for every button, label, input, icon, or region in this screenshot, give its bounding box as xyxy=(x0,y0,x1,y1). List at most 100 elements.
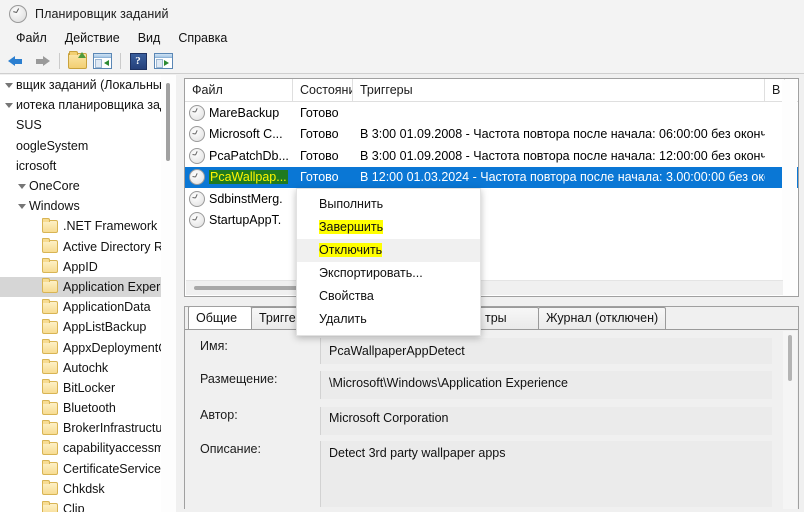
details-vertical-scrollbar[interactable] xyxy=(783,331,797,509)
right-pane: ФайлСостояниеТриггерыВ MareBackupГотовоM… xyxy=(184,78,799,509)
tab-общие[interactable]: Общие xyxy=(188,307,252,329)
tree-item-label: capabilityaccessmanager xyxy=(63,441,176,456)
task-row[interactable]: SdbinstMerg.ько триггеров xyxy=(185,188,798,210)
task-list-header: ФайлСостояниеТриггерыВ xyxy=(185,79,798,102)
context-menu-item-свойства[interactable]: Свойства xyxy=(297,285,480,308)
tree-item-ooglesystem[interactable]: oogleSystem xyxy=(0,136,176,156)
task-list[interactable]: ФайлСостояниеТриггерыВ MareBackupГотовоM… xyxy=(184,78,799,297)
task-list-horizontal-scrollbar[interactable] xyxy=(186,280,783,295)
task-row[interactable]: PcaPatchDb... Готово В 3:00 01.09.2008 - Ч… xyxy=(185,145,798,167)
back-button[interactable] xyxy=(4,50,28,72)
tree-item-onecore[interactable]: OneCore xyxy=(0,176,176,196)
task-row[interactable]: PcaWallpap... Готово В 12:00 01.03.2024 - … xyxy=(185,166,798,188)
detail-row-description: Описание: Detect 3rd party wallpaper app… xyxy=(186,441,798,507)
task-list-hscrollbar-thumb[interactable] xyxy=(194,286,304,290)
task-row[interactable]: MareBackup Готово xyxy=(185,102,798,124)
chevron-down-icon[interactable] xyxy=(2,82,16,88)
tree-item-application-experience[interactable]: Application Experience xyxy=(0,276,176,298)
task-row[interactable]: Microsoft C... Готово В 3:00 01.09.2008 - … xyxy=(185,124,798,146)
forward-button[interactable] xyxy=(29,50,53,72)
task-name-cell: PcaPatchDb... xyxy=(185,147,293,164)
folder-icon xyxy=(42,298,58,314)
tree-item-label: Chkdsk xyxy=(63,481,105,496)
question-mark-icon: ? xyxy=(129,52,147,70)
context-menu-item-удалить[interactable]: Удалить xyxy=(297,308,480,331)
column-header-файл[interactable]: Файл xyxy=(185,79,293,101)
column-header-состояние[interactable]: Состояние xyxy=(293,79,353,101)
detail-row-location: Размещение: \Microsoft\Windows\Applicati… xyxy=(186,371,798,399)
tree-item-bluetooth[interactable]: Bluetooth xyxy=(0,398,176,418)
tab-журнал-отключен[interactable]: Журнал (отключен) xyxy=(538,307,667,329)
tree-item-label: Active Directory Rights M xyxy=(63,239,176,254)
folder-icon xyxy=(42,278,58,294)
tree-item-applicationdata[interactable]: ApplicationData xyxy=(0,297,176,317)
task-name-label: StartupAppT. xyxy=(209,213,282,228)
help-button[interactable]: ? xyxy=(126,50,150,72)
tree-item-label: oogleSystem xyxy=(16,138,89,153)
tree-item-[interactable]: иотека планировщика задани xyxy=(0,95,176,115)
toolbar-separator-2 xyxy=(120,53,121,69)
context-menu-item-label: Отключить xyxy=(319,243,383,257)
console-tree-pane[interactable]: вщик заданий (Локальный) иотека планировщ… xyxy=(0,75,176,512)
tree-vertical-scrollbar[interactable] xyxy=(161,75,176,512)
context-menu-item-экспортировать[interactable]: Экспортировать... xyxy=(297,262,480,285)
tree-item-label: Clip xyxy=(63,502,85,512)
tree-item-brokerinfrastructure[interactable]: BrokerInfrastructure xyxy=(0,418,176,438)
menu-action[interactable]: Действие xyxy=(56,29,129,48)
chevron-down-icon[interactable] xyxy=(15,183,29,189)
task-name-label: Microsoft C... xyxy=(209,127,283,142)
detail-label-location: Размещение: xyxy=(200,372,278,386)
menu-view[interactable]: Вид xyxy=(129,29,170,48)
tree-item-appxdeploymentclient[interactable]: AppxDeploymentClient xyxy=(0,337,176,357)
tree-item-active-directory-rights-m[interactable]: Active Directory Rights M xyxy=(0,237,176,257)
task-name-label: PcaWallpap... xyxy=(209,170,288,185)
tree-item-label: .NET Framework xyxy=(63,219,158,234)
detail-row-name: Имя: PcaWallpaperAppDetect xyxy=(186,338,798,364)
context-menu-item-завершить[interactable]: Завершить xyxy=(297,216,480,239)
folder-icon xyxy=(42,359,58,375)
chevron-down-icon[interactable] xyxy=(2,102,16,108)
task-name-label: PcaPatchDb... xyxy=(209,148,289,163)
tree-item-[interactable]: вщик заданий (Локальный) xyxy=(0,75,176,95)
task-context-menu[interactable]: Выполнить Завершить Отключить Экспортироват… xyxy=(296,188,481,336)
task-row[interactable]: StartupAppT. xyxy=(185,210,798,232)
tree-item-certificateservicesclient[interactable]: CertificateServicesClient xyxy=(0,459,176,479)
task-list-vertical-scrollbar[interactable] xyxy=(782,80,797,296)
tree-item-net-framework[interactable]: .NET Framework xyxy=(0,216,176,236)
show-hide-console-tree-button[interactable] xyxy=(90,50,114,72)
details-scrollbar-thumb[interactable] xyxy=(788,335,792,381)
task-clock-icon xyxy=(189,126,205,143)
task-triggers-cell: В 12:00 01.03.2024 - Частота повтора пос… xyxy=(360,170,765,185)
column-header-триггеры[interactable]: Триггеры xyxy=(353,79,765,101)
horizontal-splitter[interactable] xyxy=(184,298,799,306)
task-state-cell: Готово xyxy=(300,105,339,120)
tree-item-appid[interactable]: AppID xyxy=(0,257,176,277)
task-name-cell: PcaWallpap... xyxy=(185,169,293,186)
tree-item-applistbackup[interactable]: AppListBackup xyxy=(0,317,176,337)
tree-scrollbar-thumb[interactable] xyxy=(166,83,170,161)
task-clock-icon xyxy=(189,147,205,164)
tree-item-sus[interactable]: SUS xyxy=(0,115,176,135)
task-clock-icon xyxy=(189,212,205,229)
tree-item-capabilityaccessmanager[interactable]: capabilityaccessmanager xyxy=(0,438,176,458)
tree-item-label: ApplicationData xyxy=(63,300,151,315)
tree-item-chkdsk[interactable]: Chkdsk xyxy=(0,479,176,499)
tab-тры[interactable]: тры xyxy=(477,307,539,329)
menu-help[interactable]: Справка xyxy=(169,29,236,48)
context-menu-item-отключить[interactable]: Отключить xyxy=(297,239,480,262)
tree-item-autochk[interactable]: Autochk xyxy=(0,358,176,378)
arrow-left-icon xyxy=(7,55,25,68)
task-name-cell: SdbinstMerg. xyxy=(185,190,293,207)
chevron-down-icon[interactable] xyxy=(15,203,29,209)
menu-file[interactable]: Файл xyxy=(7,29,56,48)
tree-item-windows[interactable]: Windows xyxy=(0,196,176,216)
tree-item-clip[interactable]: Clip xyxy=(0,499,176,512)
vertical-splitter[interactable] xyxy=(176,75,184,512)
folder-icon xyxy=(42,460,58,476)
folder-icon xyxy=(42,500,58,512)
context-menu-item-выполнить[interactable]: Выполнить xyxy=(297,193,480,216)
up-folder-button[interactable] xyxy=(65,50,89,72)
tree-item-icrosoft[interactable]: icrosoft xyxy=(0,156,176,176)
show-hide-action-pane-button[interactable] xyxy=(151,50,175,72)
tree-item-bitlocker[interactable]: BitLocker xyxy=(0,378,176,398)
